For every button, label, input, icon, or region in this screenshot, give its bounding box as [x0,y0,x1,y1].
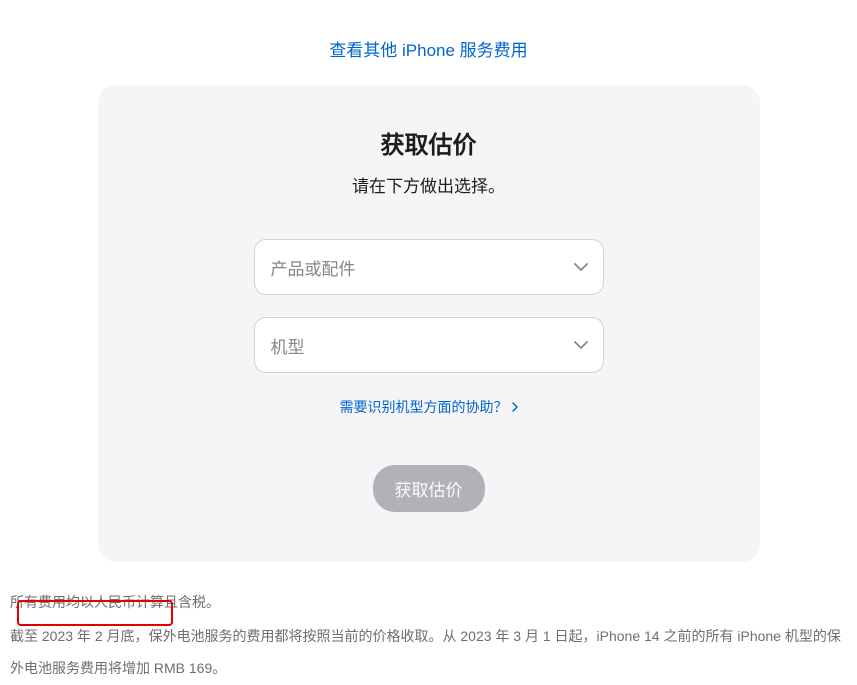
footer-text: 所有费用均以人民币计算且含税。 截至 2023 年 2 月底，保外电池服务的费用… [10,586,847,685]
help-link-label: 需要识别机型方面的协助？ [340,397,508,417]
other-services-link[interactable]: 查看其他 iPhone 服务费用 [329,41,527,60]
get-estimate-button[interactable]: 获取估价 [373,465,485,512]
chevron-right-icon [512,402,518,412]
product-select[interactable]: 产品或配件 [254,239,604,295]
card-subtitle: 请在下方做出选择。 [138,172,720,197]
footer-line-2: 截至 2023 年 2 月底，保外电池服务的费用都将按照当前的价格收取。从 20… [10,620,847,684]
card-title: 获取估价 [138,125,720,160]
product-select-wrapper: 产品或配件 [254,239,604,295]
identify-model-help-link[interactable]: 需要识别机型方面的协助？ [340,397,518,417]
estimate-card: 获取估价 请在下方做出选择。 产品或配件 机型 需要识别机型方面的协助？ 获取估… [98,85,760,562]
model-select[interactable]: 机型 [254,317,604,373]
top-link-container: 查看其他 iPhone 服务费用 [0,0,857,85]
model-select-wrapper: 机型 [254,317,604,373]
footer-line-1: 所有费用均以人民币计算且含税。 [10,586,847,618]
